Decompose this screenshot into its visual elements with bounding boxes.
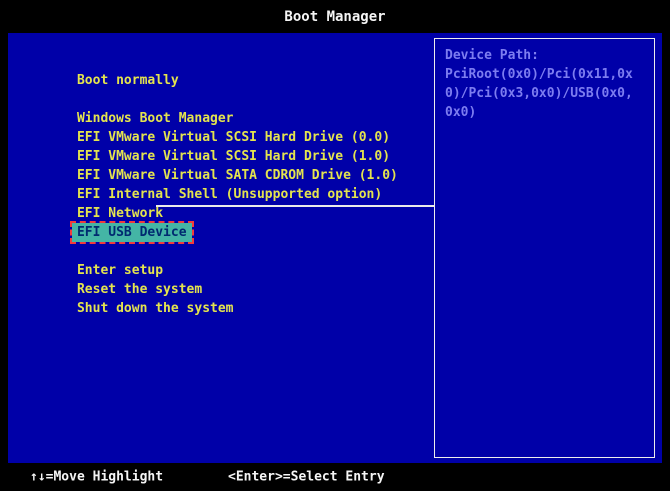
menu-item-label: Windows Boot Manager — [76, 111, 234, 126]
menu-item-label: Shut down the system — [76, 301, 234, 316]
menu-item-label: EFI Internal Shell (Unsupported option) — [76, 187, 383, 202]
menu-item-label: Enter setup — [76, 263, 164, 278]
boot-manager-screen: Boot normally Windows Boot Manager EFI V… — [8, 33, 662, 463]
device-path-panel: Device Path: PciRoot(0x0)/Pci(0x11,0x0)/… — [434, 38, 655, 458]
page-title: Boot Manager — [284, 8, 386, 25]
device-path-title: Device Path: — [445, 48, 539, 63]
menu-item-label: Reset the system — [76, 282, 203, 297]
menu-item-windows-boot-manager[interactable]: Windows Boot Manager — [30, 90, 398, 126]
menu-item-label: Boot normally — [76, 73, 179, 88]
menu-item-label: EFI VMware Virtual SCSI Hard Drive (0.0) — [76, 130, 391, 145]
footer-hint-bar: ↑↓=Move Highlight <Enter>=Select Entry — [0, 463, 670, 491]
menu-item-label: EFI VMware Virtual SATA CDROM Drive (1.0… — [76, 168, 398, 183]
hint-select-entry: <Enter>=Select Entry — [228, 469, 385, 485]
menu-item-enter-setup[interactable]: Enter setup — [30, 242, 398, 278]
boot-menu: Boot normally Windows Boot Manager EFI V… — [30, 52, 398, 316]
selection-pointer-line — [156, 205, 434, 207]
menu-item-label: EFI VMware Virtual SCSI Hard Drive (1.0) — [76, 149, 391, 164]
menu-item-boot-normally[interactable]: Boot normally — [30, 52, 398, 88]
menu-item-label: EFI Network — [76, 206, 164, 221]
titlebar: Boot Manager — [0, 0, 670, 33]
device-path-value: PciRoot(0x0)/Pci(0x11,0x0)/Pci(0x3,0x0)/… — [445, 67, 633, 120]
selected-menu-item-label: EFI USB Device — [69, 221, 194, 244]
hint-move-highlight: ↑↓=Move Highlight — [30, 469, 164, 485]
